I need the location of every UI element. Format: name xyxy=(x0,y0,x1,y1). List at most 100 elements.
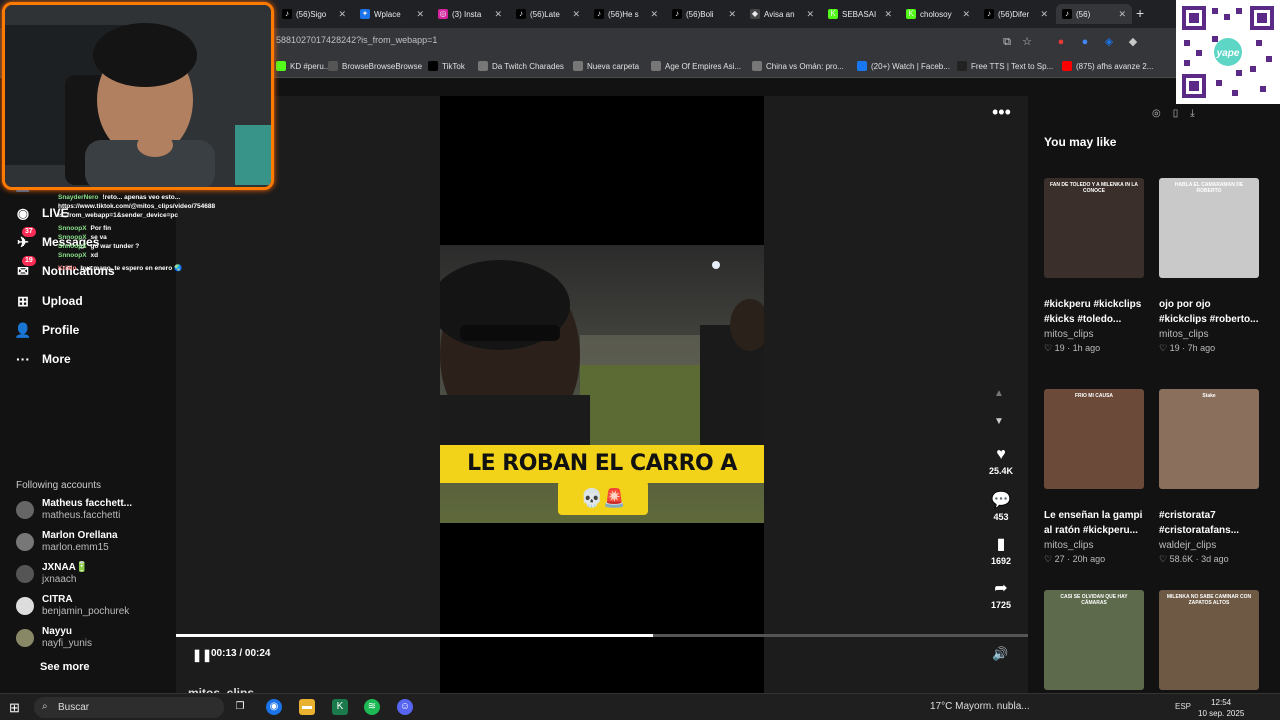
tab-close-icon[interactable]: ✕ xyxy=(572,9,580,20)
spotify-icon[interactable]: ≋ xyxy=(364,699,380,715)
bookmark-item[interactable]: KD #peru... xyxy=(276,61,330,71)
heart-icon[interactable]: ♥ xyxy=(988,446,1014,464)
bookmark-item[interactable]: Age Of Empires Asi... xyxy=(651,61,741,71)
device-icon[interactable]: ▯ xyxy=(1173,108,1191,119)
card-author[interactable]: mitos_clips xyxy=(1044,329,1144,340)
bookmark-item[interactable]: (20+) Watch | Faceb... xyxy=(857,61,950,71)
comment-action[interactable]: 💬 453 xyxy=(988,490,1014,522)
you-may-like-title: You may like xyxy=(1044,135,1117,149)
previous-video-icon[interactable]: ▲ xyxy=(994,388,1004,399)
browser-tab[interactable]: ◎ (3) Insta ✕ xyxy=(432,4,508,24)
browser-tab[interactable]: ✦ Wplace ✕ xyxy=(354,4,430,24)
tab-close-icon[interactable]: ✕ xyxy=(1040,9,1048,20)
see-more-link[interactable]: See more xyxy=(40,661,90,673)
chat-username: SnnoopX xyxy=(58,225,87,232)
tab-close-icon[interactable]: ✕ xyxy=(728,9,736,20)
tab-close-icon[interactable]: ✕ xyxy=(416,9,424,20)
sidebar-item-more[interactable]: ··· More xyxy=(14,350,71,368)
extension-red-icon[interactable]: ● xyxy=(1054,35,1068,49)
bookmark-item[interactable]: BrowseBrowseBrowse xyxy=(328,61,422,71)
extension-puzzle-icon[interactable]: ◆ xyxy=(1126,35,1140,49)
following-account[interactable]: Matheus facchett... matheus.facchetti xyxy=(16,498,132,522)
install-icon[interactable]: ⧉ xyxy=(1000,35,1014,49)
language-indicator[interactable]: ESP xyxy=(1175,702,1191,711)
browser-tab[interactable]: Kcholosoy ✕ xyxy=(900,4,976,24)
tab-close-icon[interactable]: ✕ xyxy=(962,9,970,20)
file-explorer-icon[interactable]: ▬ xyxy=(299,699,315,715)
pause-icon[interactable]: ❚❚ xyxy=(192,648,212,662)
recommended-video-card[interactable]: FAN DE TOLEDO Y A MILENKA IN LA CONOCE #k… xyxy=(1044,178,1144,354)
browser-tab[interactable]: ♪ (56)Boli ✕ xyxy=(666,4,742,24)
windows-taskbar: ⊞ Buscar ⌕ ❐ ◉ ▬ K ≋ ☺ 17°C Mayorm. nubl… xyxy=(0,693,1280,720)
system-clock[interactable]: 12:54 10 sep. 2025 xyxy=(1198,697,1244,719)
browser-tab[interactable]: ♪ (56)Difer ✕ xyxy=(978,4,1054,24)
video-content[interactable]: LE ROBAN EL CARRO A SACHA 💀🚨 xyxy=(440,245,764,523)
browser-tab[interactable]: ♪ (56) ✕ xyxy=(1056,4,1132,24)
comment-icon[interactable]: 💬 xyxy=(988,490,1014,510)
bookmark-item[interactable]: (875) afhs avanze 2... xyxy=(1062,61,1153,71)
extension-shield-icon[interactable]: ◈ xyxy=(1102,35,1116,49)
task-view-icon[interactable]: ❐ xyxy=(232,699,248,715)
bookmark-item[interactable]: TikTok xyxy=(428,61,465,71)
save-action[interactable]: ▮ 1692 xyxy=(988,534,1014,566)
video-thumbnail[interactable]: CASI SE OLVIDAN QUE HAY CÁMARAS xyxy=(1044,590,1144,690)
chrome-icon[interactable]: ◉ xyxy=(266,699,282,715)
tab-close-icon[interactable]: ✕ xyxy=(650,9,658,20)
taskbar-search[interactable]: Buscar xyxy=(34,697,224,718)
extension-blue-icon[interactable]: ● xyxy=(1078,35,1092,49)
weather-widget[interactable]: 17°C Mayorm. nubla... xyxy=(930,701,1030,712)
video-thumbnail[interactable]: Stake xyxy=(1159,389,1259,489)
following-account[interactable]: Marlon Orellana marlon.emm15 xyxy=(16,530,118,554)
tab-close-icon[interactable]: ✕ xyxy=(884,9,892,20)
browser-tab[interactable]: ♪ (56)Late ✕ xyxy=(510,4,586,24)
download-icon[interactable]: ⤓ xyxy=(1190,108,1206,119)
link-icon[interactable]: ◎ xyxy=(1152,108,1173,119)
following-account[interactable]: Nayyu nayfi_yunis xyxy=(16,626,92,650)
windows-start-icon[interactable]: ⊞ xyxy=(9,700,20,716)
volume-icon[interactable]: 🔊 xyxy=(992,646,1008,662)
browser-tab[interactable]: ◆ Avisa an ✕ xyxy=(744,4,820,24)
bookmark-item[interactable]: China vs Omán: pro... xyxy=(752,61,844,71)
recommended-video-card[interactable]: MILENKA NO SABE CAMINAR CON ZAPATOS ALTO… xyxy=(1159,590,1259,690)
share-icon[interactable]: ➦ xyxy=(988,578,1014,598)
stream-chat: SnayderNero !reto... apenas veo esto... h… xyxy=(58,193,288,273)
tab-close-icon[interactable]: ✕ xyxy=(338,9,346,20)
recommended-video-card[interactable]: FRIO MI CAUSA Le enseñan la gampi al rató… xyxy=(1044,389,1144,565)
browser-tab[interactable]: ♪ (56)Sigo ✕ xyxy=(276,4,352,24)
bookmark-star-icon[interactable]: ☆ xyxy=(1020,35,1034,49)
card-author[interactable]: mitos_clips xyxy=(1159,329,1259,340)
recommended-video-card[interactable]: CASI SE OLVIDAN QUE HAY CÁMARAS xyxy=(1044,590,1144,690)
url-text[interactable]: 5881027017428242?is_from_webapp=1 xyxy=(276,35,437,45)
sidebar-item-upload[interactable]: ⊞ Upload xyxy=(14,292,83,310)
recommended-video-card[interactable]: HABLA EL CAMARAMAN DE ROBERTO ojo por ojo… xyxy=(1159,178,1259,354)
video-thumbnail[interactable]: FRIO MI CAUSA xyxy=(1044,389,1144,489)
kick-app-icon[interactable]: K xyxy=(332,699,348,715)
progress-bar[interactable] xyxy=(176,634,1028,637)
like-action[interactable]: ♥ 25.4K xyxy=(988,446,1014,476)
next-video-icon[interactable]: ▼ xyxy=(994,416,1004,427)
tab-close-icon[interactable]: ✕ xyxy=(494,9,502,20)
following-account[interactable]: JXNAA🔋 jxnaach xyxy=(16,562,88,586)
bookmark-item[interactable]: Nueva carpeta xyxy=(573,61,639,71)
card-author[interactable]: waldejr_clips xyxy=(1159,540,1259,551)
more-options-icon[interactable]: ••• xyxy=(992,102,1011,123)
share-action[interactable]: ➦ 1725 xyxy=(988,578,1014,610)
recommended-video-card[interactable]: Stake #cristorata7 #cristoratafans... wald… xyxy=(1159,389,1259,565)
video-thumbnail[interactable]: HABLA EL CAMARAMAN DE ROBERTO xyxy=(1159,178,1259,278)
bookmark-item[interactable]: Da Twitch Charades xyxy=(478,61,564,71)
bookmark-icon[interactable]: ▮ xyxy=(988,534,1014,554)
card-author[interactable]: mitos_clips xyxy=(1044,540,1144,551)
discord-icon[interactable]: ☺ xyxy=(397,699,413,715)
video-thumbnail[interactable]: FAN DE TOLEDO Y A MILENKA IN LA CONOCE xyxy=(1044,178,1144,278)
browser-tab[interactable]: ♪ (56)He s ✕ xyxy=(588,4,664,24)
bookmark-item[interactable]: Free TTS | Text to Sp... xyxy=(957,61,1053,71)
following-account[interactable]: CITRA benjamin_pochurek xyxy=(16,594,129,618)
video-player[interactable]: LE ROBAN EL CARRO A SACHA 💀🚨 ••• ▲ ▼ ♥ 2… xyxy=(176,96,1028,700)
tab-close-icon[interactable]: ✕ xyxy=(806,9,814,20)
browser-tab[interactable]: K SEBASAI ✕ xyxy=(822,4,898,24)
bookmark-label: Age Of Empires Asi... xyxy=(665,61,742,71)
sidebar-item-profile[interactable]: 👤 Profile xyxy=(14,321,79,339)
video-thumbnail[interactable]: MILENKA NO SABE CAMINAR CON ZAPATOS ALTO… xyxy=(1159,590,1259,690)
tab-close-icon[interactable]: ✕ xyxy=(1118,9,1126,20)
new-tab-icon[interactable]: + xyxy=(1136,5,1144,21)
